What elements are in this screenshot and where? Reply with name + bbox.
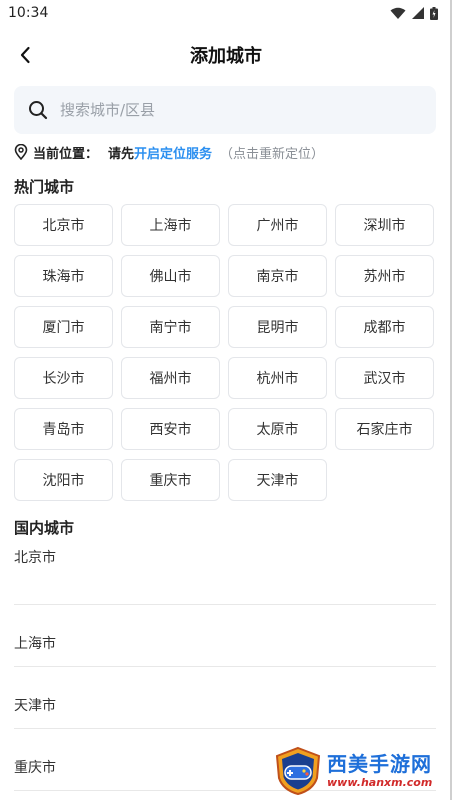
search-icon (29, 101, 48, 120)
hot-city-button[interactable]: 西安市 (121, 408, 220, 450)
hot-city-button[interactable]: 北京市 (14, 204, 113, 246)
hot-cities-grid: 北京市 上海市 广州市 深圳市 珠海市 佛山市 南京市 苏州市 厦门市 南宁市 … (14, 204, 452, 501)
hot-city-button[interactable]: 重庆市 (121, 459, 220, 501)
signal-icon (412, 7, 424, 19)
hot-city-button[interactable]: 杭州市 (228, 357, 327, 399)
chevron-left-icon (20, 46, 30, 64)
hot-city-button[interactable]: 福州市 (121, 357, 220, 399)
list-item[interactable]: 上海市 (14, 605, 436, 667)
hot-city-button[interactable]: 苏州市 (335, 255, 434, 297)
hot-city-button[interactable]: 天津市 (228, 459, 327, 501)
hot-city-button[interactable]: 南京市 (228, 255, 327, 297)
location-prefix: 请先 (108, 146, 135, 162)
header: 添加城市 (0, 26, 452, 84)
hot-city-button[interactable]: 青岛市 (14, 408, 113, 450)
status-time: 10:34 (8, 5, 49, 21)
hot-city-button[interactable]: 深圳市 (335, 204, 434, 246)
site-watermark: 西美手游网 www.hanxm.com (273, 746, 448, 796)
domestic-cities-title: 国内城市 (14, 519, 75, 537)
hot-cities-title: 热门城市 (14, 178, 75, 196)
hot-city-button[interactable]: 南宁市 (121, 306, 220, 348)
hot-city-button[interactable]: 上海市 (121, 204, 220, 246)
hot-city-button[interactable]: 珠海市 (14, 255, 113, 297)
list-item[interactable]: 天津市 (14, 667, 436, 729)
status-bar: 10:34 (0, 0, 452, 26)
hot-city-button[interactable]: 长沙市 (14, 357, 113, 399)
gamepad-shield-logo (275, 746, 321, 796)
enable-location-link[interactable]: 开启定位服务 (134, 143, 212, 162)
battery-icon (430, 6, 438, 20)
hot-city-button[interactable]: 广州市 (228, 204, 327, 246)
status-icons (390, 6, 438, 20)
page-title: 添加城市 (190, 46, 262, 67)
location-pin-icon (14, 144, 28, 160)
hot-city-button[interactable]: 石家庄市 (335, 408, 434, 450)
list-item[interactable]: 北京市 (14, 543, 436, 605)
hot-city-button[interactable]: 武汉市 (335, 357, 434, 399)
search-input[interactable] (58, 100, 422, 120)
location-label: 当前位置： (33, 146, 99, 162)
current-location-row: 当前位置： 请先 开启定位服务 （点击重新定位） (14, 142, 438, 162)
wifi-icon (390, 7, 406, 19)
hot-city-button[interactable]: 厦门市 (14, 306, 113, 348)
hot-city-button[interactable]: 佛山市 (121, 255, 220, 297)
hot-city-button[interactable]: 沈阳市 (14, 459, 113, 501)
hot-city-button[interactable]: 太原市 (228, 408, 327, 450)
hot-city-button[interactable]: 昆明市 (228, 306, 327, 348)
relocate-hint[interactable]: （点击重新定位） (220, 143, 324, 162)
back-button[interactable] (12, 42, 38, 68)
search-bar[interactable] (14, 86, 436, 134)
watermark-url: www.hanxm.com (327, 776, 433, 789)
hot-city-button[interactable]: 成都市 (335, 306, 434, 348)
watermark-title: 西美手游网 (327, 752, 432, 776)
